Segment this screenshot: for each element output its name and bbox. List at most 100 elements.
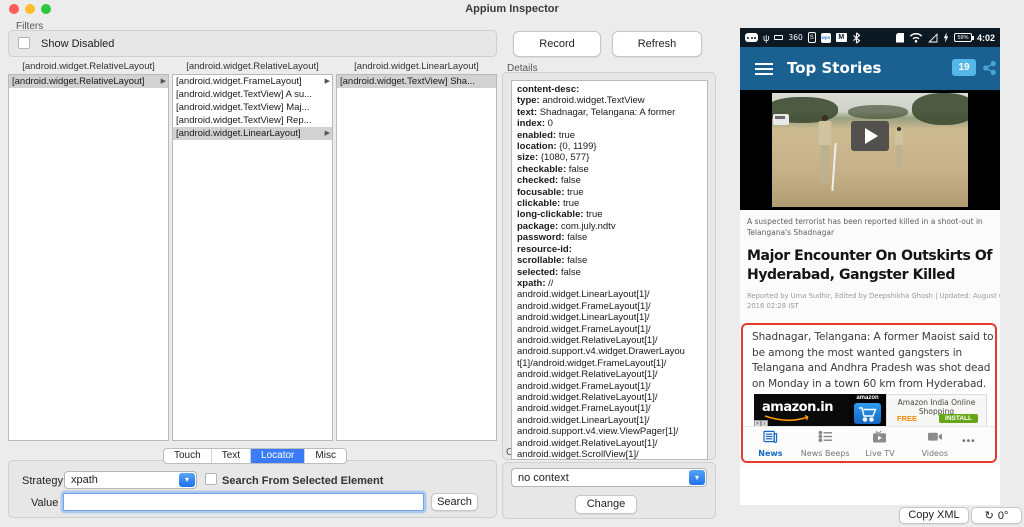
tree-node[interactable]: [android.widget.FrameLayout] ▶ (173, 75, 332, 88)
cart-icon (854, 403, 881, 424)
attribute-row: passwordfalse (517, 232, 705, 243)
chevron-down-icon: ▾ (179, 473, 195, 487)
inspector-tab-label: Misc (315, 450, 336, 461)
attribute-value: com.july.ndtv (560, 220, 616, 232)
tree-node-label: [android.widget.FrameLayout] (176, 76, 302, 87)
article-line: be among the most wanted gangsters in (752, 346, 963, 359)
inspector-tab[interactable]: Misc (304, 449, 346, 463)
article-line: on Monday in a town 60 km from Hyderabad… (752, 377, 987, 390)
ndtv-app-bar: Top Stories 19 (740, 47, 1000, 90)
tab-live-tv[interactable]: Live TV (853, 427, 908, 461)
attribute-name: clickable (517, 198, 563, 209)
expand-arrow-icon: ▶ (324, 78, 330, 85)
attribute-row: xpath// (517, 278, 705, 289)
details-attributes-list[interactable]: content-desc typeandroid.widget.TextView… (511, 80, 708, 460)
attribute-row: enabledtrue (517, 130, 705, 141)
chevron-down-icon: ▾ (689, 470, 705, 485)
bluetooth-icon (852, 31, 861, 44)
attribute-name: long-clickable (517, 209, 586, 220)
attribute-value: true (586, 209, 603, 221)
tab-news[interactable]: News (743, 427, 798, 461)
search-button[interactable]: Search (431, 493, 478, 511)
notification-badge[interactable]: 19 (952, 59, 976, 76)
tree-node-label: [android.widget.TextView] Sha... (340, 76, 476, 87)
appium-inspector-window: Appium Inspector Filters Show Disabled [… (0, 0, 1024, 527)
tab-videos[interactable]: Videos (907, 427, 962, 461)
locator-value-input[interactable] (63, 493, 424, 511)
tree-node-label: [android.widget.RelativeLayout] (12, 76, 145, 87)
install-button[interactable]: INSTALL (939, 414, 978, 423)
amazon-ad-banner[interactable]: amazon.in × i amazon Amazon India Online… (754, 394, 987, 427)
attribute-value: false (560, 175, 581, 187)
xpath-line: android.widget.RelativeLayout[1]/ (517, 391, 658, 403)
attribute-value: false (567, 232, 588, 244)
truck (773, 114, 789, 125)
signal-triangle-icon (928, 32, 938, 42)
record-button[interactable]: Record (513, 31, 601, 57)
search-from-selected-checkbox[interactable] (205, 473, 217, 485)
source-column-2: [android.widget.FrameLayout] ▶ [android.… (172, 74, 333, 441)
attribute-name: text (517, 107, 540, 118)
attribute-name: type (517, 95, 542, 106)
tab-news-beeps[interactable]: News Beeps (798, 427, 853, 461)
window-title: Appium Inspector (465, 3, 559, 15)
strategy-select[interactable]: xpath ▾ (64, 471, 197, 489)
xpath-line: android.widget.RelativeLayout[1]/ (517, 334, 658, 346)
attribute-row: checkedfalse (517, 175, 705, 186)
inspector-tab[interactable]: Locator (250, 449, 305, 463)
attribute-row: focusabletrue (517, 187, 705, 198)
menu-icon[interactable] (755, 63, 773, 75)
search-from-selected-label: Search From Selected Element (222, 475, 384, 487)
attribute-value: false (567, 255, 588, 267)
tree-node[interactable]: [android.widget.LinearLayout] ▶ (173, 127, 332, 140)
tree-node[interactable]: [android.widget.TextView] Maj... ▶ (173, 101, 332, 114)
attribute-row: clickabletrue (517, 198, 705, 209)
video-frame (772, 93, 968, 207)
xpath-line: android.widget.FrameLayout[1]/ (517, 380, 651, 392)
refresh-button[interactable]: Refresh (612, 31, 702, 57)
tree-node[interactable]: [android.widget.TextView] A su... ▶ (173, 88, 332, 101)
tree-node[interactable]: [android.widget.TextView] Rep... ▶ (173, 114, 332, 127)
title-bar: Appium Inspector (0, 0, 1024, 18)
ad-free-label: FREE (897, 414, 918, 423)
attribute-name: password (517, 232, 567, 243)
xpath-line: android.support.v4.widget.DrawerLayou (517, 346, 685, 358)
context-select[interactable]: no context ▾ (511, 468, 707, 487)
more-tabs-icon[interactable]: ••• (962, 427, 995, 461)
policeman-left (816, 115, 837, 191)
tree-node[interactable]: [android.widget.TextView] Sha... ▶ (337, 75, 496, 88)
tree-node[interactable]: [android.widget.RelativeLayout] ▶ (9, 75, 168, 88)
tab-label: News Beeps (800, 449, 850, 458)
selected-element-highlight[interactable]: Shadnagar, Telangana: A former Maoist sa… (741, 323, 997, 463)
attribute-name: package (517, 221, 561, 232)
inspector-tab-label: Locator (261, 450, 295, 461)
attribute-row: content-desc (517, 84, 705, 95)
attribute-name: resource-id (517, 244, 572, 255)
attribute-name: enabled (517, 130, 559, 141)
wps-office-icon: wps (820, 32, 831, 43)
ndtv-tab-bar: News News Beeps Live TV Videos ••• (743, 426, 995, 461)
attribute-name: focusable (517, 187, 567, 198)
attribute-row: packagecom.july.ndtv (517, 221, 705, 232)
attribute-row: index0 (517, 118, 705, 129)
share-icon[interactable] (982, 60, 997, 76)
amazon-smile-icon (764, 415, 809, 422)
show-disabled-checkbox[interactable] (18, 37, 30, 49)
copy-xml-button[interactable]: Copy XML (899, 507, 969, 524)
play-button-icon[interactable] (851, 121, 889, 151)
tab-label: News (758, 449, 783, 458)
rotate-device-button[interactable]: ↻ 0° (971, 507, 1022, 524)
change-context-button[interactable]: Change (575, 495, 637, 514)
phone-s-icon: S (807, 32, 816, 43)
device-screenshot[interactable]: ψ 360 S wps M 59% 4:02 Top Stories 19 A … (740, 28, 1000, 505)
source-column-3: [android.widget.TextView] Sha... ▶ (336, 74, 497, 441)
xpath-line: android.support.v4.view.ViewPager[1]/ (517, 426, 679, 438)
inspector-tab[interactable]: Text (210, 449, 250, 463)
attribute-name: content-desc (517, 84, 579, 95)
inspector-tab[interactable]: Touch (164, 449, 211, 463)
attribute-name: index (517, 118, 548, 129)
sim-card-icon (895, 32, 904, 43)
strategy-label: Strategy (22, 475, 63, 487)
inspector-tabs: Touch Text Locator Misc (163, 448, 347, 464)
video-thumbnail[interactable] (740, 90, 1000, 210)
